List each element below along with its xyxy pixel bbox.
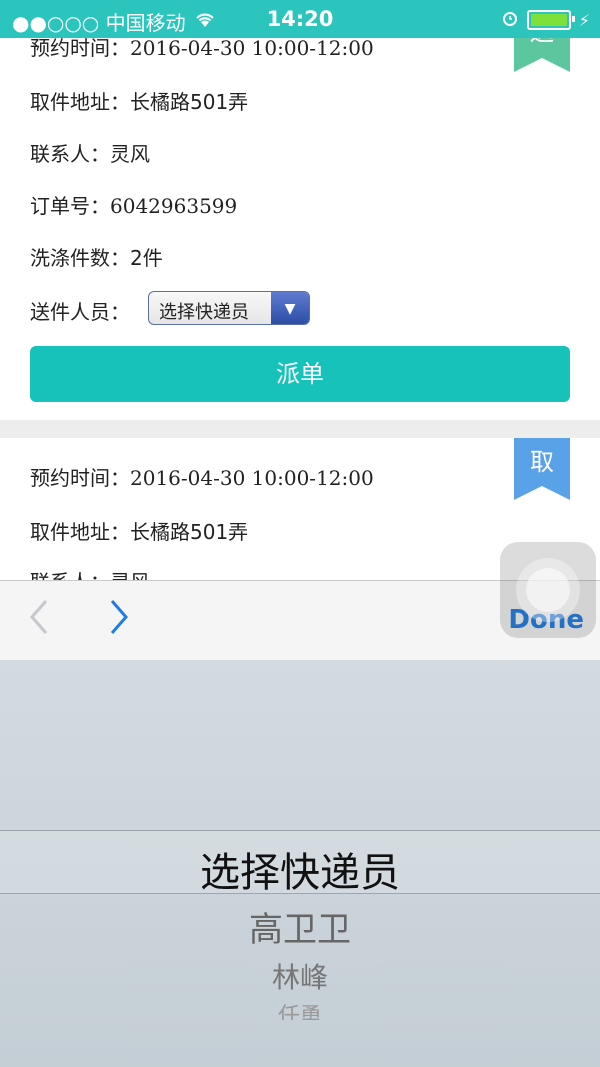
dropdown-arrow-icon: ▼ (271, 292, 309, 324)
address-row: 取件地址：长橘路501弄 (30, 90, 249, 114)
picker-selected-option[interactable]: 选择快递员 (0, 840, 600, 898)
card-separator (0, 420, 600, 438)
courier-picker-wheel[interactable]: 选择快递员 高卫卫 林峰 任勇 (0, 660, 600, 1067)
courier-label: 送件人员： (30, 300, 130, 324)
courier-select[interactable]: 选择快递员 ▼ (148, 291, 310, 325)
picker-option[interactable]: 任勇 (0, 998, 600, 1020)
pickup-ribbon: 取 (514, 438, 570, 500)
charging-icon: ⚡ (578, 10, 590, 30)
alarm-icon (501, 8, 519, 32)
next-field-chevron-icon[interactable] (108, 599, 130, 644)
item-count-row: 洗涤件数：2件 (30, 246, 163, 270)
previous-field-chevron-icon[interactable] (28, 599, 50, 644)
pickup-time-row-2: 预约时间：2016-04-30 10:00-12:00 (30, 466, 374, 490)
contact-row-2: 联系人：灵风 (30, 566, 150, 580)
order-number-row: 订单号：6042963599 (30, 194, 238, 218)
dispatch-button[interactable]: 派单 (30, 346, 570, 402)
courier-select-value: 选择快递员 (159, 302, 249, 323)
address-row-2: 取件地址：长橘路501弄 (30, 520, 249, 544)
battery-icon (526, 10, 575, 30)
status-bar: ●●○○○ 中国移动 14:20 ⚡ (0, 0, 600, 38)
picker-option[interactable]: 林峰 (0, 956, 600, 996)
picker-option[interactable]: 高卫卫 (0, 902, 600, 951)
contact-row: 联系人：灵风 (30, 142, 150, 166)
assistive-touch-button[interactable] (500, 542, 596, 638)
